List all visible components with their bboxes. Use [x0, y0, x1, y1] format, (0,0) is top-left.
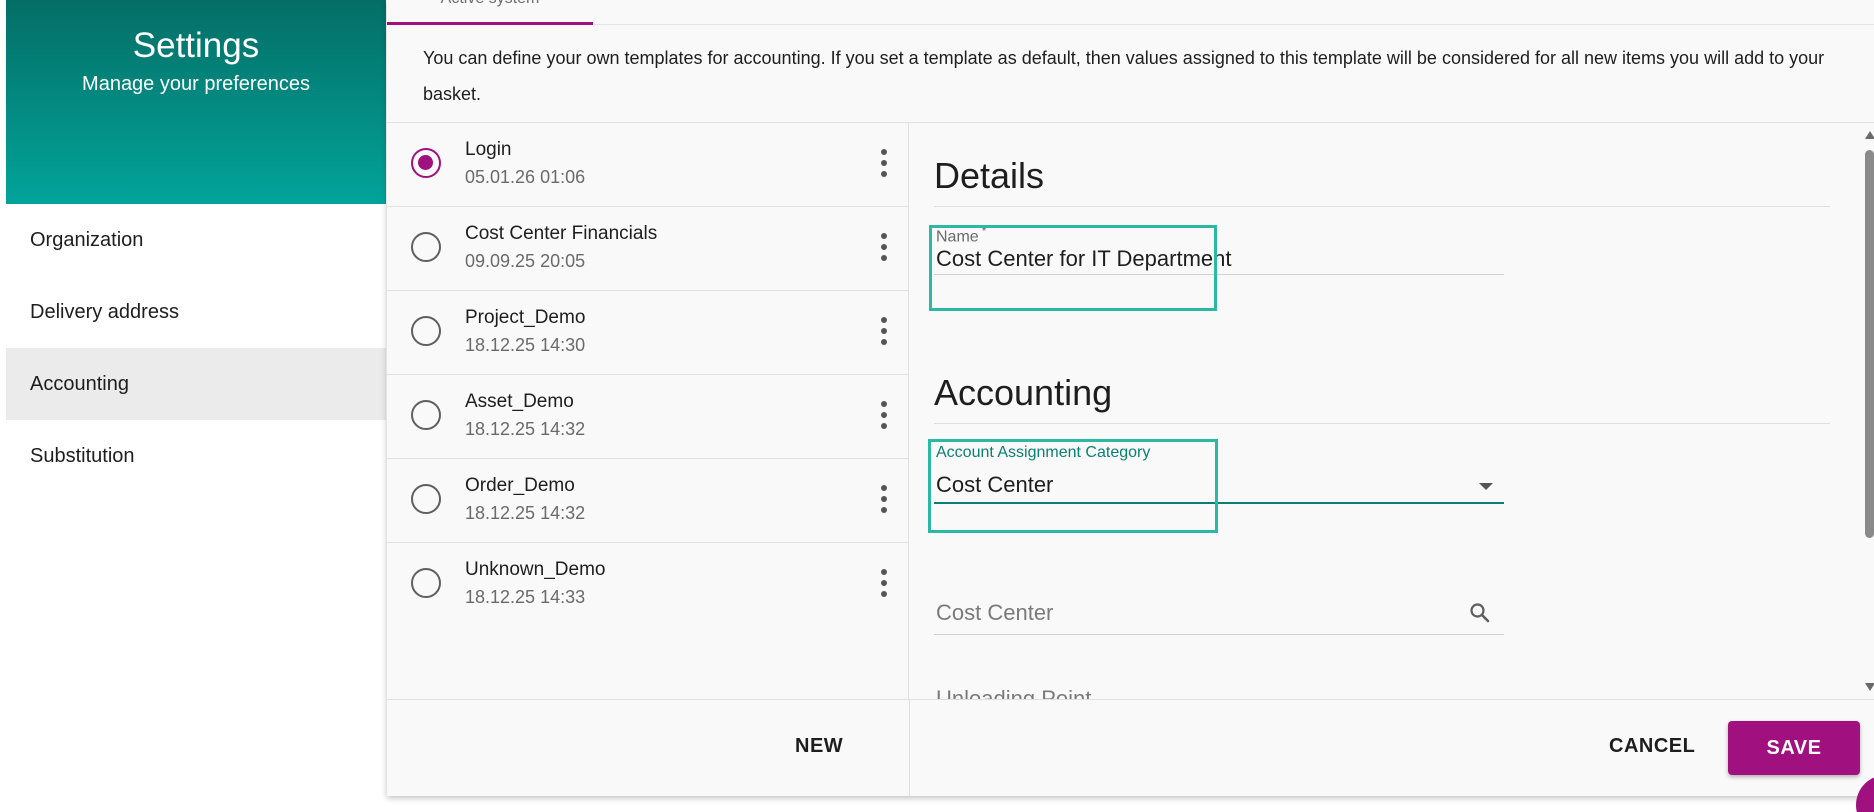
template-name: Asset_Demo — [465, 391, 574, 412]
scrollbar-thumb[interactable] — [1865, 150, 1874, 538]
details-section-title: Details — [934, 155, 1045, 196]
search-icon[interactable] — [1468, 601, 1492, 625]
template-name: Project_Demo — [465, 307, 586, 328]
more-vert-icon[interactable] — [869, 231, 899, 263]
template-date: 09.09.25 20:05 — [465, 251, 586, 271]
cost-center-field[interactable]: Cost Center — [934, 587, 1504, 635]
radio-selected[interactable] — [411, 148, 441, 178]
radio-unselected[interactable] — [411, 568, 441, 598]
template-name: Unknown_Demo — [465, 559, 606, 580]
name-value: Cost Center for IT Department — [936, 246, 1232, 271]
sidebar-item-organization[interactable]: Organization — [6, 204, 386, 276]
more-vert-icon[interactable] — [869, 483, 899, 515]
template-date: 18.12.25 14:33 — [465, 587, 586, 607]
template-row-project-demo[interactable]: Project_Demo 18.12.25 14:30 — [387, 291, 908, 375]
more-vert-icon[interactable] — [869, 315, 899, 347]
name-field[interactable]: Name * Cost Center for IT Department — [934, 221, 1504, 275]
name-label: Name — [936, 228, 979, 246]
template-row-unknown-demo[interactable]: Unknown_Demo 18.12.25 14:33 — [387, 543, 908, 627]
radio-unselected[interactable] — [411, 400, 441, 430]
radio-unselected[interactable] — [411, 316, 441, 346]
tab-active-system[interactable]: Active system — [387, 0, 593, 25]
more-vert-icon[interactable] — [869, 399, 899, 431]
settings-sidebar: Settings Manage your preferences Organiz… — [6, 0, 386, 812]
settings-header: Settings Manage your preferences — [6, 0, 386, 204]
template-date: 18.12.25 14:32 — [465, 419, 586, 439]
account-assignment-category-value: Cost Center — [936, 472, 1054, 497]
account-assignment-category-select[interactable]: Account Assignment Category Cost Center — [934, 443, 1504, 504]
template-date: 18.12.25 14:30 — [465, 335, 586, 355]
template-list: Login 05.01.26 01:06 Cost Center Financi… — [387, 123, 909, 699]
new-button[interactable]: NEW — [795, 724, 843, 768]
template-name: Order_Demo — [465, 475, 575, 496]
template-row-login[interactable]: Login 05.01.26 01:06 — [387, 123, 908, 207]
tab-strip: Active system — [387, 0, 1874, 25]
save-button[interactable]: SAVE — [1728, 721, 1860, 775]
accounting-section-title: Accounting — [934, 372, 1113, 413]
template-date: 18.12.25 14:32 — [465, 503, 586, 523]
sidebar-item-accounting[interactable]: Accounting — [6, 348, 386, 420]
account-assignment-category-label: Account Assignment Category — [936, 444, 1151, 461]
template-date: 05.01.26 01:06 — [465, 167, 586, 187]
templates-description: You can define your own templates for ac… — [423, 48, 1825, 104]
divider — [387, 699, 1874, 700]
radio-unselected[interactable] — [411, 484, 441, 514]
settings-subtitle: Manage your preferences — [82, 73, 310, 95]
divider — [909, 699, 910, 796]
template-details-pane: Details Name * Cost Center for IT Departm… — [910, 123, 1874, 699]
more-vert-icon[interactable] — [869, 147, 899, 179]
dropdown-arrow-icon[interactable] — [1479, 483, 1493, 490]
required-mark: * — [981, 224, 987, 238]
accounting-templates-card: Active system You can define your own te… — [387, 0, 1874, 796]
more-vert-icon[interactable] — [869, 567, 899, 599]
unloading-point-placeholder[interactable]: Unloading Point — [936, 685, 1091, 699]
details-scrollbar[interactable] — [1865, 123, 1874, 699]
scroll-up-icon[interactable] — [1865, 131, 1874, 139]
template-name: Cost Center Financials — [465, 223, 658, 244]
divider — [934, 423, 1830, 424]
template-name: Login — [465, 139, 512, 160]
scroll-down-icon[interactable] — [1865, 683, 1874, 691]
cost-center-placeholder: Cost Center — [936, 600, 1054, 625]
template-row-order-demo[interactable]: Order_Demo 18.12.25 14:32 — [387, 459, 908, 543]
sidebar-item-delivery-address[interactable]: Delivery address — [6, 276, 386, 348]
template-row-asset-demo[interactable]: Asset_Demo 18.12.25 14:32 — [387, 375, 908, 459]
settings-title: Settings — [132, 26, 260, 65]
template-row-cost-center-financials[interactable]: Cost Center Financials 09.09.25 20:05 — [387, 207, 908, 291]
divider — [934, 206, 1830, 207]
cancel-button[interactable]: CANCEL — [1609, 724, 1695, 768]
sidebar-item-substitution[interactable]: Substitution — [6, 420, 386, 492]
radio-unselected[interactable] — [411, 232, 441, 262]
